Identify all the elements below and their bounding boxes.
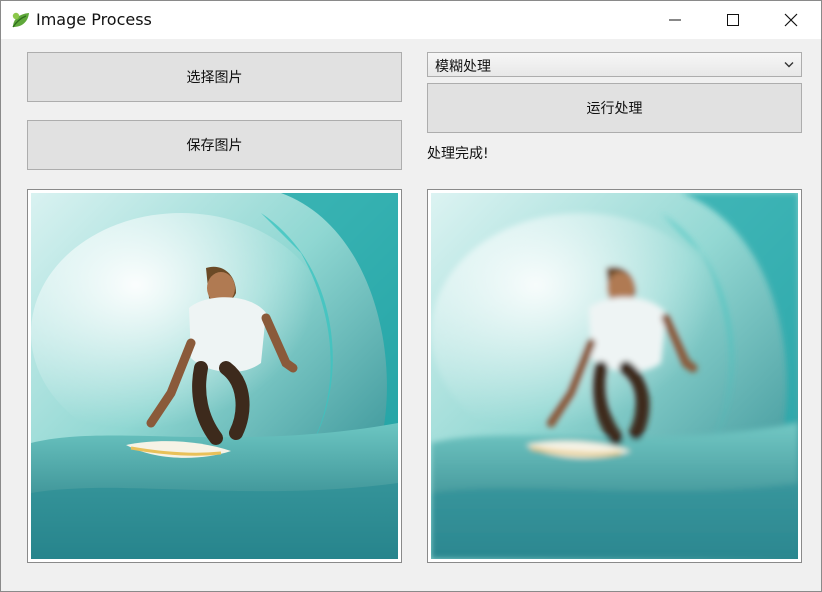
filter-select[interactable]: 模糊处理 xyxy=(427,52,802,77)
maximize-button[interactable] xyxy=(704,1,762,39)
window-title: Image Process xyxy=(36,10,152,29)
chevron-down-icon xyxy=(784,62,794,68)
maximize-icon xyxy=(727,14,739,26)
select-image-button[interactable]: 选择图片 xyxy=(27,52,402,102)
close-button[interactable] xyxy=(762,1,820,39)
original-image-frame xyxy=(27,189,402,563)
status-text: 处理完成! xyxy=(427,146,489,162)
processed-image xyxy=(431,193,798,559)
close-icon xyxy=(784,13,798,27)
app-leaf-icon xyxy=(12,12,29,28)
processed-image-frame xyxy=(427,189,802,563)
minimize-icon xyxy=(669,19,681,21)
filter-select-value: 模糊处理 xyxy=(435,59,491,75)
minimize-button[interactable] xyxy=(646,1,704,39)
save-image-button[interactable]: 保存图片 xyxy=(27,120,402,170)
original-image xyxy=(31,193,398,559)
title-bar[interactable]: Image Process xyxy=(1,1,821,39)
run-process-button[interactable]: 运行处理 xyxy=(427,83,802,133)
app-window: Image Process 选择图片 保存图片 模糊处理 运行处理 处理完成! xyxy=(0,0,822,592)
